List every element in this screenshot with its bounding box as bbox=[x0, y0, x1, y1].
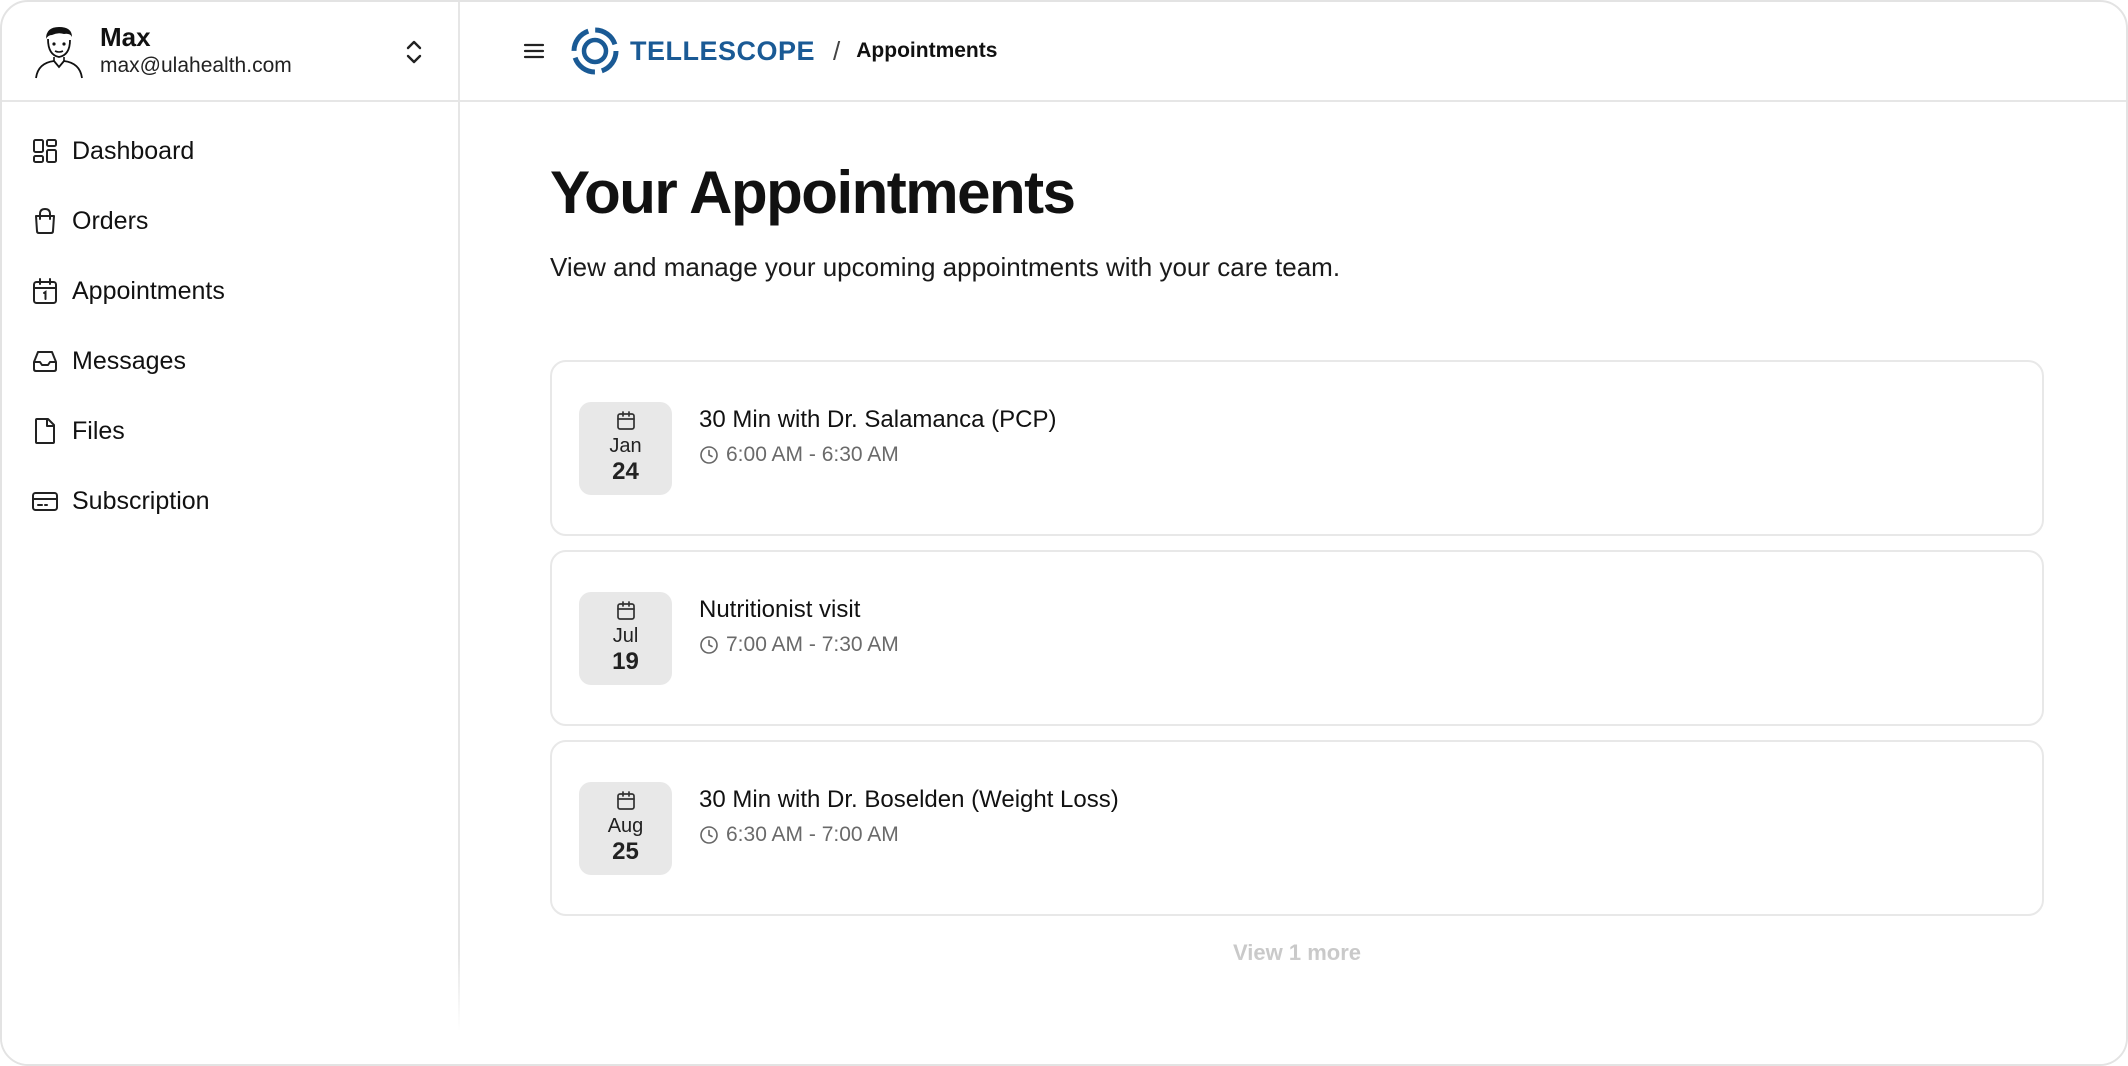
breadcrumb-current: Appointments bbox=[856, 39, 998, 62]
tellescope-logo-icon bbox=[571, 27, 619, 75]
appointment-title: Nutritionist visit bbox=[699, 596, 861, 623]
sidebar-item-label: Messages bbox=[72, 347, 186, 375]
account-switcher[interactable]: Max max@ulahealth.com bbox=[2, 2, 458, 102]
app-window: Max max@ulahealth.com Dashboard Orders A… bbox=[0, 0, 2128, 1066]
menu-button[interactable] bbox=[520, 37, 548, 65]
breadcrumb-separator: / bbox=[833, 35, 841, 66]
sidebar: Max max@ulahealth.com Dashboard Orders A… bbox=[2, 2, 460, 1064]
appointment-time: 6:00 AM - 6:30 AM bbox=[726, 443, 899, 466]
top-bar: TELLESCOPE / Appointments bbox=[460, 2, 2126, 102]
sidebar-item-label: Subscription bbox=[72, 487, 210, 515]
sidebar-item-appointments[interactable]: Appointments bbox=[2, 256, 458, 326]
clock-icon bbox=[700, 636, 718, 654]
clock-icon bbox=[700, 826, 718, 844]
sidebar-item-label: Orders bbox=[72, 207, 149, 235]
date-day: 24 bbox=[612, 458, 639, 485]
tellescope-logo[interactable]: TELLESCOPE bbox=[570, 26, 815, 76]
sidebar-item-subscription[interactable]: Subscription bbox=[2, 466, 458, 536]
appointment-card[interactable]: Jan 24 30 Min with Dr. Salamanca (PCP) 6… bbox=[550, 360, 2044, 536]
appointment-time: 7:00 AM - 7:30 AM bbox=[726, 633, 899, 656]
date-month: Aug bbox=[607, 815, 644, 837]
date-badge: Aug 25 bbox=[579, 781, 672, 875]
appointment-time: 6:30 AM - 7:00 AM bbox=[726, 823, 899, 846]
page-subtitle: View and manage your upcoming appointmen… bbox=[550, 252, 1341, 282]
appointment-time-row: 7:00 AM - 7:30 AM bbox=[699, 633, 899, 657]
main-content: Your Appointments View and manage your u… bbox=[550, 102, 2044, 966]
credit-card-icon bbox=[32, 492, 58, 511]
avatar bbox=[35, 27, 83, 79]
sidebar-item-label: Files bbox=[72, 417, 125, 445]
date-badge: Jul 19 bbox=[579, 591, 672, 685]
logo-text: TELLESCOPE bbox=[630, 35, 816, 66]
calendar-icon bbox=[33, 278, 57, 304]
dashboard-icon bbox=[33, 139, 57, 163]
sidebar-item-label: Dashboard bbox=[72, 137, 195, 165]
page-title: Your Appointments bbox=[550, 159, 1076, 226]
inbox-icon bbox=[33, 351, 57, 372]
calendar-icon bbox=[616, 601, 635, 620]
hamburger-menu-icon bbox=[523, 43, 545, 59]
appointment-title: 30 Min with Dr. Boselden (Weight Loss) bbox=[699, 786, 1119, 813]
calendar-icon bbox=[616, 411, 635, 430]
appointment-card[interactable]: Aug 25 30 Min with Dr. Boselden (Weight … bbox=[550, 740, 2044, 916]
sidebar-item-label: Appointments bbox=[72, 277, 225, 305]
date-badge: Jan 24 bbox=[579, 401, 672, 495]
date-month: Jul bbox=[612, 625, 639, 647]
date-day: 19 bbox=[612, 648, 639, 675]
appointment-list: Jan 24 30 Min with Dr. Salamanca (PCP) 6… bbox=[550, 360, 2044, 916]
sidebar-item-messages[interactable]: Messages bbox=[2, 326, 458, 396]
date-month: Jan bbox=[609, 435, 642, 457]
chevron-up-down-icon[interactable] bbox=[400, 36, 428, 68]
calendar-icon bbox=[616, 791, 635, 810]
appointment-time-row: 6:30 AM - 7:00 AM bbox=[699, 823, 1119, 847]
user-name: Max bbox=[100, 22, 151, 52]
appointment-title: 30 Min with Dr. Salamanca (PCP) bbox=[699, 406, 1057, 433]
appointment-time-row: 6:00 AM - 6:30 AM bbox=[699, 443, 1056, 467]
user-email: max@ulahealth.com bbox=[100, 54, 292, 77]
view-more-button[interactable]: View 1 more bbox=[550, 940, 2044, 966]
shopping-bag-icon bbox=[35, 208, 55, 234]
sidebar-item-files[interactable]: Files bbox=[2, 396, 458, 466]
date-day: 25 bbox=[612, 838, 639, 865]
clock-icon bbox=[700, 446, 718, 464]
sidebar-item-orders[interactable]: Orders bbox=[2, 186, 458, 256]
appointment-card[interactable]: Jul 19 Nutritionist visit 7:00 AM - 7:30… bbox=[550, 550, 2044, 726]
sidebar-item-dashboard[interactable]: Dashboard bbox=[2, 116, 458, 186]
sidebar-nav: Dashboard Orders Appointments Messages F… bbox=[2, 102, 458, 536]
file-icon bbox=[35, 418, 55, 444]
